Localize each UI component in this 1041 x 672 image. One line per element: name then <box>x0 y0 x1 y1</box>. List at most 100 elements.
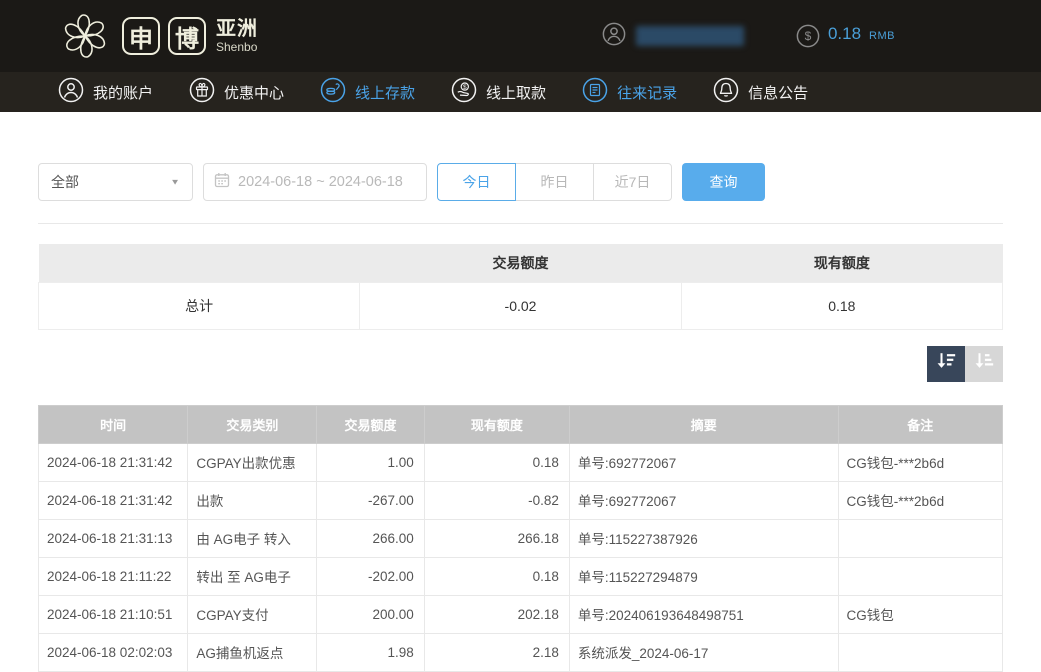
nav-item-promotions[interactable]: 优惠中心 <box>189 77 284 107</box>
sort-descending-icon <box>935 350 957 377</box>
main-content: 全部 ▼ 2024-06-18 ~ 2024-06-18 今日 昨日 近7日 查… <box>0 163 1041 672</box>
cell-time: 2024-06-18 21:10:51 <box>39 595 188 633</box>
col-header-type: 交易类别 <box>188 405 317 443</box>
cell-transaction-amount: -267.00 <box>317 481 424 519</box>
cell-time: 2024-06-18 02:02:03 <box>39 633 188 671</box>
calendar-icon <box>214 172 230 192</box>
sort-ascending-button[interactable] <box>965 346 1003 382</box>
main-nav: 我的账户 优惠中心 线上存款 <box>0 72 1041 112</box>
summary-header-transaction-amount: 交易额度 <box>360 244 681 282</box>
cell-summary: 单号:202406193648498751 <box>569 595 838 633</box>
summary-total-label: 总计 <box>39 282 360 329</box>
logo-suffix: 亚洲 Shenbo <box>216 19 258 53</box>
table-row: 2024-06-18 21:31:13 由 AG电子 转入 266.00 266… <box>39 519 1003 557</box>
nav-label: 线上取款 <box>486 82 546 103</box>
logo-region-text: 亚洲 <box>216 19 258 39</box>
balance-currency: RMB <box>869 30 895 42</box>
cell-remark <box>838 557 1002 595</box>
cell-transaction-amount: 1.00 <box>317 443 424 481</box>
cell-remark: CG钱包-***2b6d <box>838 481 1002 519</box>
gift-icon <box>189 77 215 107</box>
cell-type: 转出 至 AG电子 <box>188 557 317 595</box>
top-header: 申 博 亚洲 Shenbo $ 0.18 <box>0 0 1041 72</box>
quick-date-button-group: 今日 昨日 近7日 <box>437 163 672 201</box>
sort-descending-button[interactable] <box>927 346 965 382</box>
user-icon <box>58 77 84 107</box>
cell-summary: 系统派发_2024-06-17 <box>569 633 838 671</box>
cell-transaction-amount: 1.98 <box>317 633 424 671</box>
deposit-icon <box>320 77 346 107</box>
sort-controls <box>38 346 1003 382</box>
summary-total-row: 总计 -0.02 0.18 <box>39 282 1003 329</box>
cell-current-balance: 202.18 <box>424 595 569 633</box>
table-row: 2024-06-18 21:11:22 转出 至 AG电子 -202.00 0.… <box>39 557 1003 595</box>
username-redacted <box>636 26 744 46</box>
header-right: $ 0.18 RMB <box>602 22 1041 51</box>
summary-header-current-balance: 现有额度 <box>681 244 1002 282</box>
cell-current-balance: 266.18 <box>424 519 569 557</box>
nav-label: 线上存款 <box>355 82 415 103</box>
cell-current-balance: 0.18 <box>424 557 569 595</box>
summary-table: 交易额度 现有额度 总计 -0.02 0.18 <box>38 244 1003 330</box>
cell-summary: 单号:692772067 <box>569 481 838 519</box>
summary-total-transaction-amount: -0.02 <box>360 282 681 329</box>
cell-time: 2024-06-18 21:31:42 <box>39 481 188 519</box>
col-header-time: 时间 <box>39 405 188 443</box>
nav-item-announcements[interactable]: 信息公告 <box>713 77 808 107</box>
cell-current-balance: -0.82 <box>424 481 569 519</box>
table-row: 2024-06-18 21:31:42 CGPAY出款优惠 1.00 0.18 … <box>39 443 1003 481</box>
nav-item-online-deposit[interactable]: 线上存款 <box>320 77 415 107</box>
svg-text:$: $ <box>805 29 812 43</box>
nav-label: 往来记录 <box>617 82 677 103</box>
balance-display[interactable]: $ 0.18 RMB <box>796 24 895 48</box>
nav-label: 我的账户 <box>93 82 153 103</box>
cell-remark: CG钱包-***2b6d <box>838 443 1002 481</box>
search-button[interactable]: 查询 <box>682 163 765 201</box>
date-range-value: 2024-06-18 ~ 2024-06-18 <box>238 174 403 190</box>
last7days-button[interactable]: 近7日 <box>593 163 672 201</box>
section-divider <box>38 223 1003 224</box>
dollar-icon: $ <box>796 24 820 48</box>
cell-type: 出款 <box>188 481 317 519</box>
user-avatar-icon <box>602 22 626 51</box>
records-icon <box>582 77 608 107</box>
balance-amount: 0.18 <box>828 24 861 44</box>
col-header-current-balance: 现有额度 <box>424 405 569 443</box>
flower-logo-icon <box>56 7 114 65</box>
summary-total-current-balance: 0.18 <box>681 282 1002 329</box>
logo-char-bo: 博 <box>168 17 206 55</box>
withdraw-icon: $ <box>451 77 477 107</box>
cell-type: AG捕鱼机返点 <box>188 633 317 671</box>
date-range-input[interactable]: 2024-06-18 ~ 2024-06-18 <box>203 163 427 201</box>
brand-logo[interactable]: 申 博 亚洲 Shenbo <box>56 7 258 65</box>
cell-type: CGPAY支付 <box>188 595 317 633</box>
col-header-transaction-amount: 交易额度 <box>317 405 424 443</box>
nav-item-transaction-records[interactable]: 往来记录 <box>582 77 677 107</box>
cell-summary: 单号:115227387926 <box>569 519 838 557</box>
cell-type: CGPAY出款优惠 <box>188 443 317 481</box>
logo-char-shen: 申 <box>122 17 160 55</box>
cell-transaction-amount: 200.00 <box>317 595 424 633</box>
today-button[interactable]: 今日 <box>437 163 516 201</box>
cell-time: 2024-06-18 21:31:13 <box>39 519 188 557</box>
nav-label: 信息公告 <box>748 82 808 103</box>
table-row: 2024-06-18 21:31:42 出款 -267.00 -0.82 单号:… <box>39 481 1003 519</box>
cell-type: 由 AG电子 转入 <box>188 519 317 557</box>
cell-transaction-amount: 266.00 <box>317 519 424 557</box>
cell-summary: 单号:115227294879 <box>569 557 838 595</box>
logo-subtitle-text: Shenbo <box>216 41 258 53</box>
sort-ascending-icon <box>973 350 995 377</box>
nav-item-my-account[interactable]: 我的账户 <box>58 77 153 107</box>
user-account[interactable] <box>602 22 744 51</box>
cell-current-balance: 0.18 <box>424 443 569 481</box>
table-header-row: 时间 交易类别 交易额度 现有额度 摘要 备注 <box>39 405 1003 443</box>
cell-current-balance: 2.18 <box>424 633 569 671</box>
cell-remark <box>838 519 1002 557</box>
nav-label: 优惠中心 <box>224 82 284 103</box>
cell-time: 2024-06-18 21:11:22 <box>39 557 188 595</box>
nav-item-online-withdraw[interactable]: $ 线上取款 <box>451 77 546 107</box>
type-select[interactable]: 全部 ▼ <box>38 163 193 201</box>
yesterday-button[interactable]: 昨日 <box>515 163 594 201</box>
cell-remark: CG钱包 <box>838 595 1002 633</box>
chevron-down-icon: ▼ <box>170 178 180 187</box>
